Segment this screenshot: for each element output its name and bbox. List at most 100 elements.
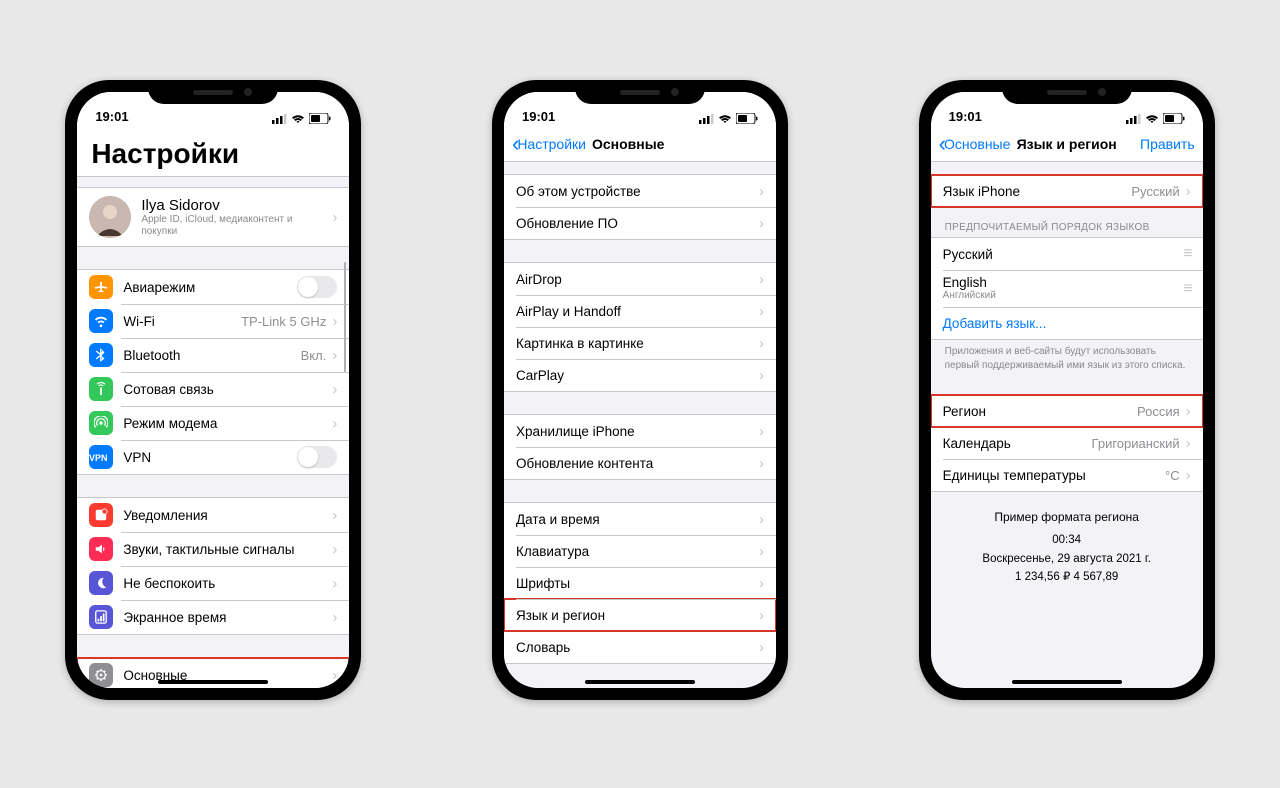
row-обновление-по[interactable]: Обновление ПО › xyxy=(504,207,776,239)
toggle[interactable] xyxy=(297,276,337,298)
row-об-этом-устройстве[interactable]: Об этом устройстве› xyxy=(504,175,776,207)
row-bluetooth[interactable]: BluetoothВкл.› xyxy=(77,338,349,372)
chevron-icon: › xyxy=(1186,467,1191,484)
profile-group: Ilya Sidorov Apple ID, iCloud, медиаконт… xyxy=(77,187,349,247)
home-indicator[interactable] xyxy=(585,680,695,684)
row-label: Режим модема xyxy=(123,416,326,431)
chevron-icon: › xyxy=(759,511,764,528)
row-label: Об этом устройстве xyxy=(516,184,753,199)
chevron-icon: › xyxy=(759,543,764,560)
row-не-беспокоить[interactable]: Не беспокоить› xyxy=(77,566,349,600)
row-airdrop[interactable]: AirDrop› xyxy=(504,263,776,295)
chevron-icon: › xyxy=(759,367,764,384)
signal-icon xyxy=(1126,114,1141,124)
row-wi-fi[interactable]: Wi-FiTP-Link 5 GHz› xyxy=(77,304,349,338)
row-словарь[interactable]: Словарь › xyxy=(504,631,776,663)
row-Календарь[interactable]: КалендарьГригорианский› xyxy=(931,427,1203,459)
chevron-icon: › xyxy=(332,209,337,226)
row-label: Клавиатура xyxy=(516,544,753,559)
connectivity-group: АвиарежимWi-FiTP-Link 5 GHz›BluetoothВкл… xyxy=(77,269,349,475)
row-label: Картинка в картинке xyxy=(516,336,753,351)
phone-language: 19:01 ‹Основные Язык и регион Править Яз… xyxy=(919,80,1215,700)
row-iphone-language[interactable]: Язык iPhone Русский › xyxy=(931,175,1203,207)
general-icon xyxy=(89,663,113,687)
row-label: Шрифты xyxy=(516,576,753,591)
profile-sub: Apple ID, iCloud, медиаконтент и покупки xyxy=(141,214,326,238)
row-дата-и-время[interactable]: Дата и время› xyxy=(504,503,776,535)
row-уведомления[interactable]: Уведомления › xyxy=(77,498,349,532)
row-airplay-и-handoff[interactable]: AirPlay и Handoff › xyxy=(504,295,776,327)
scroll-indicator[interactable] xyxy=(344,262,347,372)
battery-icon xyxy=(309,113,331,124)
row-carplay[interactable]: CarPlay › xyxy=(504,359,776,391)
row-Единицы температуры[interactable]: Единицы температуры°C› xyxy=(931,459,1203,491)
row-label: CarPlay xyxy=(516,368,753,383)
chevron-icon: › xyxy=(332,609,337,626)
row-Регион[interactable]: РегионРоссия› xyxy=(931,395,1203,427)
row-label: Обновление ПО xyxy=(516,216,753,231)
notif-icon xyxy=(89,503,113,527)
chevron-icon: › xyxy=(759,639,764,656)
vpn-icon: VPN xyxy=(89,445,113,469)
lang-footer: Приложения и веб-сайты будут использоват… xyxy=(931,340,1203,372)
lang-row[interactable]: Русский≡ xyxy=(931,238,1203,270)
chevron-icon: › xyxy=(759,575,764,592)
wifi-icon xyxy=(291,114,305,124)
add-language[interactable]: Добавить язык... xyxy=(931,307,1203,339)
row-шрифты[interactable]: Шрифты › xyxy=(504,567,776,599)
chevron-icon: › xyxy=(759,303,764,320)
row-звуки-тактильные-сигналы[interactable]: Звуки, тактильные сигналы› xyxy=(77,532,349,566)
row-режим-модема[interactable]: Режим модема› xyxy=(77,406,349,440)
toggle[interactable] xyxy=(297,446,337,468)
wifi-icon xyxy=(718,114,732,124)
cellular-icon xyxy=(89,377,113,401)
phone-settings: 19:01 Настройки Ilya Sidorov Apple ID, i… xyxy=(65,80,361,700)
clock: 19:01 xyxy=(522,109,555,124)
svg-text:VPN: VPN xyxy=(89,453,108,463)
edit-button[interactable]: Править xyxy=(1140,136,1195,152)
home-indicator[interactable] xyxy=(1012,680,1122,684)
row-label: AirDrop xyxy=(516,272,753,287)
row-язык-и-регион[interactable]: Язык и регион› xyxy=(504,599,776,631)
row-экранное-время[interactable]: Экранное время› xyxy=(77,600,349,634)
chevron-icon: › xyxy=(759,335,764,352)
airdrop-group: AirDrop›AirPlay и Handoff›Картинка в кар… xyxy=(504,262,776,392)
profile-row[interactable]: Ilya Sidorov Apple ID, iCloud, медиаконт… xyxy=(77,188,349,246)
back-button[interactable]: ‹Основные xyxy=(939,133,1011,155)
chevron-icon: › xyxy=(332,507,337,524)
row-label: Уведомления xyxy=(123,508,326,523)
lang-row[interactable]: EnglishАнглийский≡ xyxy=(931,270,1203,307)
chevron-icon: › xyxy=(1186,435,1191,452)
chevron-icon: › xyxy=(759,215,764,232)
row-хранилище-iphone[interactable]: Хранилище iPhone› xyxy=(504,415,776,447)
row-основные[interactable]: Основные› xyxy=(77,658,349,688)
chevron-icon: › xyxy=(332,575,337,592)
notch xyxy=(1002,80,1132,104)
pref-lang-header: ПРЕДПОЧИТАЕМЫЙ ПОРЯДОК ЯЗЫКОВ xyxy=(931,208,1203,237)
row-label: Звуки, тактильные сигналы xyxy=(123,542,326,557)
row-value: Вкл. xyxy=(301,348,327,363)
drag-handle-icon[interactable]: ≡ xyxy=(1183,280,1190,298)
dnd-icon xyxy=(89,571,113,595)
screentime-icon xyxy=(89,605,113,629)
phone-general: 19:01 ‹Настройки Основные Об этом устрой… xyxy=(492,80,788,700)
row-клавиатура[interactable]: Клавиатура › xyxy=(504,535,776,567)
status-icons xyxy=(272,113,331,124)
row-сотовая-связь[interactable]: Сотовая связь› xyxy=(77,372,349,406)
row-авиарежим[interactable]: Авиарежим xyxy=(77,270,349,304)
hotspot-icon xyxy=(89,411,113,435)
row-обновление-контента[interactable]: Обновление контента› xyxy=(504,447,776,479)
row-label: AirPlay и Handoff xyxy=(516,304,753,319)
datetime-group: Дата и время› Клавиатура › Шрифты › Язык и ре… xyxy=(504,502,776,664)
row-label: Авиарежим xyxy=(123,280,297,295)
row-картинка-в-картинке[interactable]: Картинка в картинке › xyxy=(504,327,776,359)
chevron-icon: › xyxy=(1186,403,1191,420)
row-label: Словарь xyxy=(516,640,753,655)
wifi-icon xyxy=(89,309,113,333)
drag-handle-icon[interactable]: ≡ xyxy=(1183,245,1190,263)
row-label: Bluetooth xyxy=(123,348,300,363)
back-button[interactable]: ‹Настройки xyxy=(512,133,586,155)
row-vpn[interactable]: VPNVPN xyxy=(77,440,349,474)
row-value: TP-Link 5 GHz xyxy=(241,314,326,329)
nav-bar: ‹Основные Язык и регион Править xyxy=(931,126,1203,162)
